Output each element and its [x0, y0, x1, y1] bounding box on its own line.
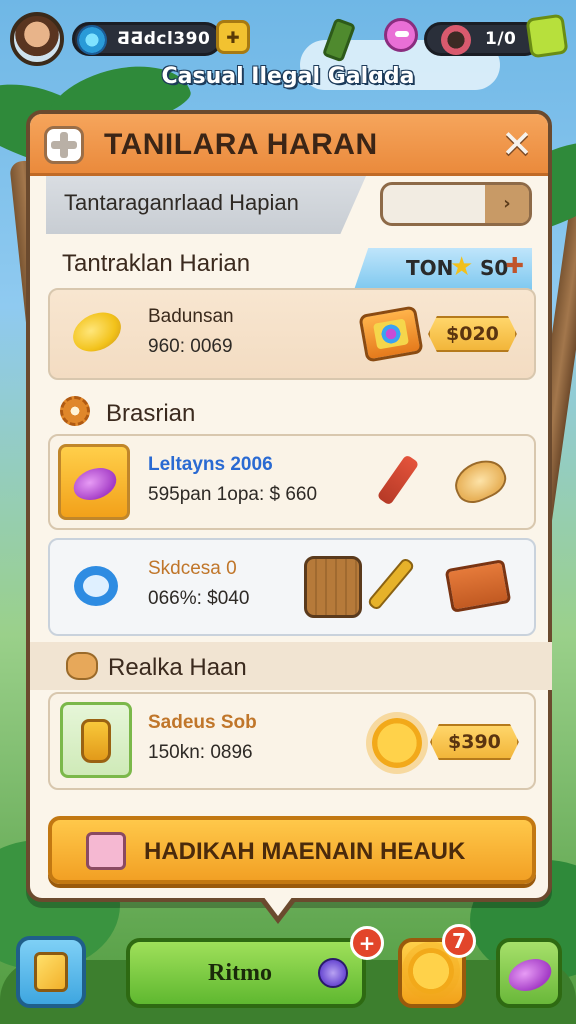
plum-icon — [69, 462, 121, 506]
daily-tasks-panel: TANILARA HARAN ✕ Tantaraganrlaad Hapian … — [26, 110, 552, 902]
cube-icon — [34, 952, 68, 992]
plum-icon — [504, 953, 556, 997]
star-icon: ★ — [450, 252, 474, 282]
item-tile — [58, 444, 130, 520]
sun-button[interactable]: 7 — [398, 924, 476, 1008]
crate-icon — [444, 559, 512, 613]
energy-counter: 1/0 — [424, 22, 542, 56]
task-name: Badunsan — [148, 306, 234, 327]
cta-label: HADIKAH MAENAIN HEAUK — [144, 838, 466, 865]
inventory-button[interactable] — [16, 936, 86, 1008]
ton-value: S0 — [480, 256, 509, 280]
ring-icon — [74, 566, 118, 606]
currency-counter: ƋƋdcl390 — [72, 22, 222, 56]
notification-badge: + — [350, 926, 384, 960]
bottle-icon — [81, 719, 111, 763]
play-now-button[interactable]: HADIKAH MAENAIN HEAUK — [48, 816, 536, 884]
gem-icon — [318, 958, 348, 988]
task-card[interactable]: Skdcesa 0 066%: $040 — [48, 538, 536, 636]
key-icon — [366, 556, 416, 612]
top-bar: ƋƋdcl390 ✚ 1/0 — [6, 6, 570, 66]
task-name: Skdcesa 0 — [148, 558, 237, 579]
search-input[interactable]: › — [380, 182, 532, 226]
reward-price[interactable]: $020 — [428, 316, 517, 352]
panel-title: TANILARA HARAN — [104, 128, 378, 161]
add-icon[interactable]: ✚ — [506, 254, 524, 279]
puzzle-icon[interactable] — [525, 13, 569, 59]
gear-icon — [60, 396, 90, 426]
task-card[interactable]: Badunsan 960: 0069 $020 — [48, 288, 536, 380]
player-avatar[interactable] — [10, 12, 64, 66]
reward-price[interactable]: $390 — [430, 724, 519, 760]
lemon-icon — [66, 305, 128, 359]
energy-icon — [441, 25, 471, 55]
add-currency-button[interactable]: ✚ — [216, 20, 250, 54]
panel-subtitle-bar: Tantaraganrlaad Hapian — [46, 176, 366, 234]
task-progress: 066%: $040 — [148, 588, 250, 609]
plus-icon — [44, 126, 84, 164]
ton-badge: TON ★ S0 ✚ — [354, 248, 532, 290]
panel-subtitle: Tantaraganrlaad Hapian — [64, 190, 299, 215]
sun-icon — [372, 718, 422, 768]
main-action-label: Ritmo — [208, 960, 272, 986]
gem-icon — [77, 25, 107, 55]
section-title-daily: Tantraklan Harian — [62, 250, 251, 277]
notification-badge: 7 — [442, 924, 476, 958]
main-action-button[interactable]: Ritmo + — [126, 926, 384, 1008]
section-title-reward: Realka Haan — [108, 654, 247, 681]
search-go-button[interactable]: › — [485, 185, 529, 223]
game-title: Casual Ilegal Galɑda — [161, 64, 415, 89]
pet-icon[interactable] — [384, 18, 418, 52]
sun-icon — [408, 948, 454, 994]
task-card[interactable]: Leltayns 2006 595pan 1opa: $ 660 — [48, 434, 536, 530]
treasure-chest-icon — [358, 305, 424, 363]
task-name: Sadeus Sob — [148, 712, 257, 733]
task-card[interactable]: Sadeus Sob 150kn: 0896 $390 — [48, 692, 536, 790]
cookie-icon — [66, 652, 98, 680]
task-progress: 595pan 1opa: $ 660 — [148, 484, 318, 505]
shop-button[interactable] — [496, 938, 562, 1008]
task-name: Leltayns 2006 — [148, 454, 273, 475]
barrel-icon — [304, 556, 362, 618]
marker-icon — [376, 454, 420, 506]
task-progress: 960: 0069 — [148, 336, 233, 357]
task-progress: 150kn: 0896 — [148, 742, 253, 763]
section-title-bonus: Brasrian — [106, 400, 196, 427]
close-button[interactable]: ✕ — [496, 124, 538, 166]
gift-box-icon — [86, 832, 126, 870]
bread-icon — [448, 452, 512, 510]
ton-label: TON — [406, 256, 454, 280]
battery-icon — [321, 17, 357, 63]
item-tile — [60, 702, 132, 778]
panel-header: TANILARA HARAN ✕ — [30, 114, 548, 176]
